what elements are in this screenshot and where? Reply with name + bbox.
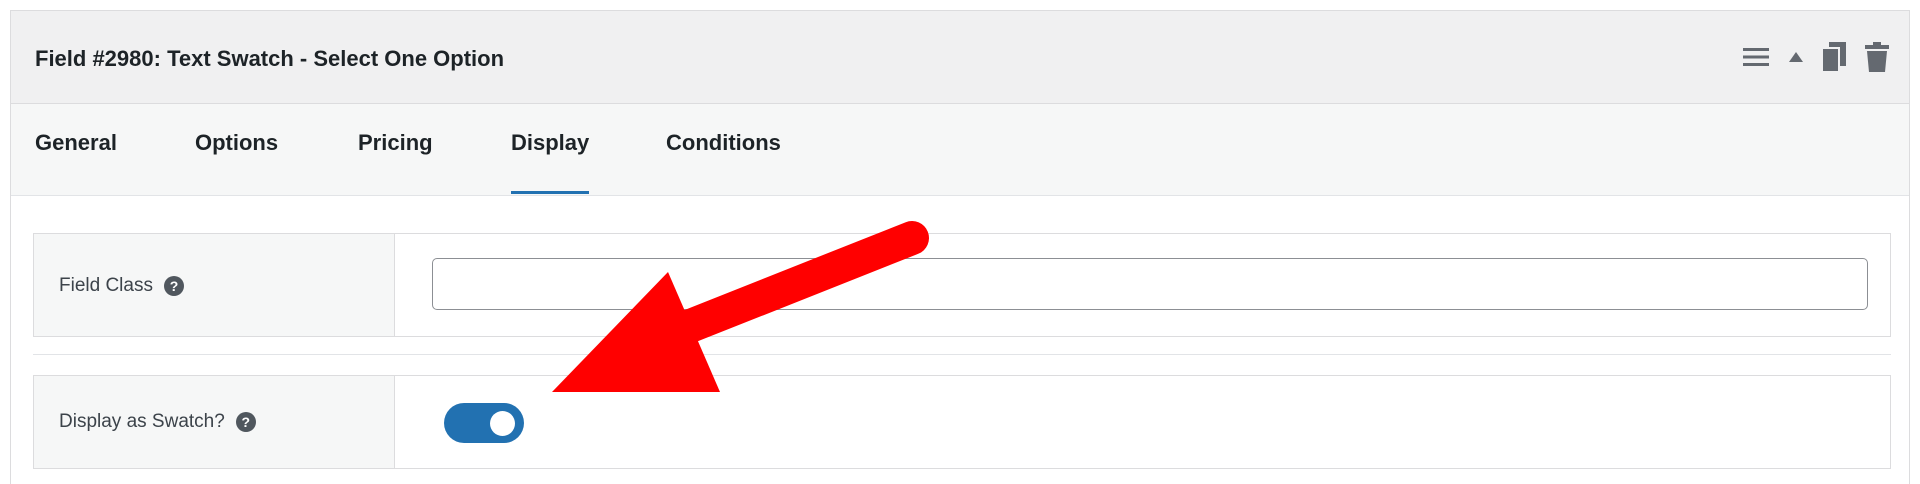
- field-class-row: Field Class ?: [33, 233, 1891, 337]
- help-icon[interactable]: ?: [235, 412, 256, 432]
- tab-pricing[interactable]: Pricing: [358, 104, 433, 195]
- copy-icon[interactable]: [1821, 41, 1847, 73]
- header-actions: [1741, 41, 1889, 73]
- display-as-swatch-label: Display as Swatch? ?: [59, 411, 256, 433]
- field-class-label: Field Class ?: [59, 275, 184, 297]
- field-class-label-cell: Field Class ?: [34, 234, 395, 336]
- help-icon[interactable]: ?: [163, 276, 184, 296]
- display-as-swatch-toggle[interactable]: [444, 403, 524, 443]
- toggle-knob: [490, 411, 515, 436]
- tab-display[interactable]: Display: [511, 104, 590, 194]
- field-header[interactable]: Field #2980: Text Swatch - Select One Op…: [11, 11, 1909, 104]
- display-as-swatch-label-cell: Display as Swatch? ?: [34, 376, 395, 468]
- field-class-label-text: Field Class: [59, 275, 153, 296]
- field-class-input[interactable]: [432, 258, 1868, 310]
- trash-icon[interactable]: [1865, 41, 1889, 73]
- caret-up-icon[interactable]: [1787, 41, 1805, 73]
- menu-icon[interactable]: [1741, 41, 1771, 73]
- tab-conditions[interactable]: Conditions: [666, 104, 781, 195]
- row-divider: [33, 354, 1891, 355]
- tab-options[interactable]: Options: [195, 104, 278, 195]
- display-as-swatch-label-text: Display as Swatch?: [59, 411, 225, 432]
- tab-bar: General Options Pricing Display Conditio…: [11, 104, 1909, 196]
- field-title: Field #2980: Text Swatch - Select One Op…: [35, 46, 505, 71]
- field-panel: Field #2980: Text Swatch - Select One Op…: [10, 10, 1910, 484]
- display-as-swatch-row: Display as Swatch? ?: [33, 375, 1891, 469]
- tab-general[interactable]: General: [35, 104, 117, 195]
